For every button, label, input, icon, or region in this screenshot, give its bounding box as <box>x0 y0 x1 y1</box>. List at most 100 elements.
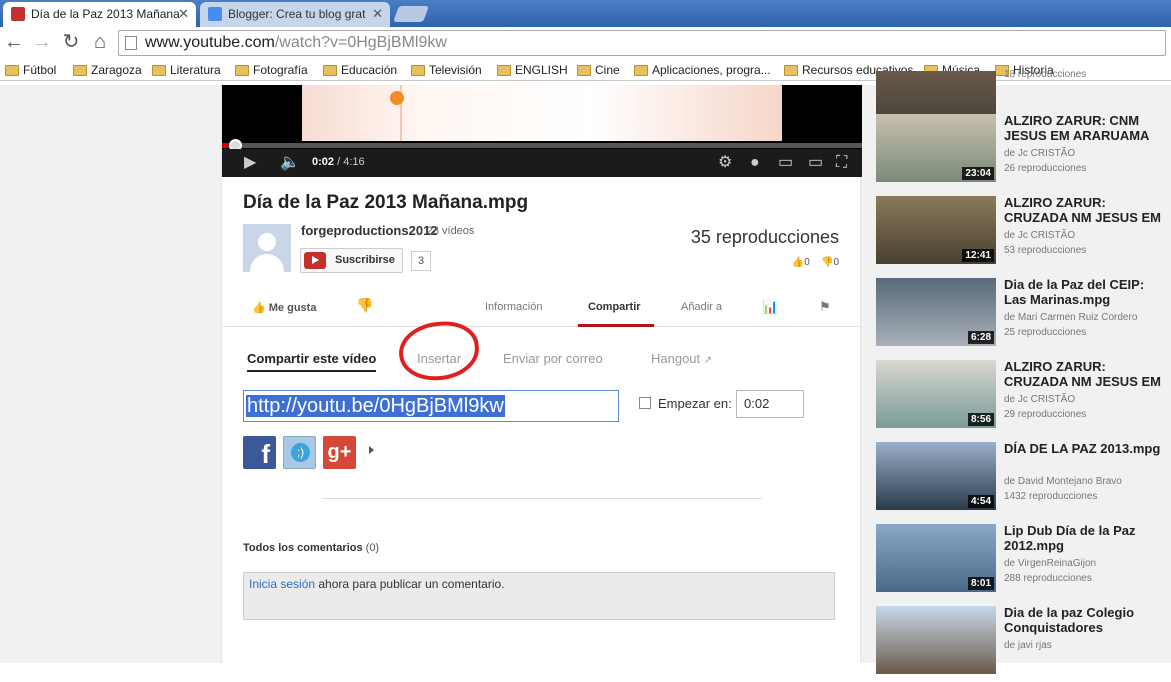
video-thumbnail[interactable]: 8:01 <box>876 524 996 592</box>
video-thumbnail[interactable]: 6:28 <box>876 278 996 346</box>
folder-icon <box>323 65 337 76</box>
large-player-icon[interactable]: ▭ <box>808 153 823 173</box>
volume-icon[interactable]: 🔈 <box>280 153 300 173</box>
comments-title: Todos los comentarios <box>243 542 363 554</box>
close-icon[interactable]: ✕ <box>178 2 189 26</box>
facebook-share-button[interactable]: f <box>243 436 276 469</box>
stats-icon[interactable]: 📊 <box>762 299 778 315</box>
folder-icon <box>73 65 87 76</box>
related-video-title[interactable]: Lip Dub Día de la Paz 2012.mpg <box>1004 523 1169 553</box>
avatar-body <box>250 254 284 272</box>
start-at-checkbox[interactable] <box>639 397 651 409</box>
forward-icon[interactable]: → <box>30 31 54 55</box>
view-count: 35 reproducciones <box>690 227 839 247</box>
like-dislike-counts: 👍0 👎0 <box>792 257 839 268</box>
related-video-item[interactable]: 12:41 ALZIRO ZARUR: CRUZADA NM JESUS EM de… <box>876 195 1171 272</box>
related-video-title[interactable]: Dia de la paz Colegio Conquistadores <box>1004 605 1169 635</box>
flag-icon[interactable]: ⚑ <box>819 299 831 315</box>
video-thumbnail[interactable]: 8:56 <box>876 360 996 428</box>
player-controls: ▶ 🔈 0:02 / 4:16 ⚙ ● ▭ ▭ ⛶ <box>222 149 862 177</box>
video-thumbnail[interactable]: 4:54 <box>876 442 996 510</box>
bookmark-folder[interactable]: Educación <box>323 62 397 78</box>
tab-add-to[interactable]: Añadir a <box>681 301 722 313</box>
tab-email[interactable]: Enviar por correo <box>503 351 603 366</box>
bookmark-folder[interactable]: ENGLISH <box>497 62 568 78</box>
bookmark-folder[interactable]: Fútbol <box>5 62 56 78</box>
watch-later-icon[interactable]: ● <box>750 153 760 173</box>
video-title: Día de la Paz 2013 Mañana.mpg <box>243 192 529 213</box>
back-icon[interactable]: ← <box>2 31 26 55</box>
subscriber-count: 3 <box>411 251 431 271</box>
video-dot <box>390 91 404 105</box>
bookmark-folder[interactable]: Zaragoza <box>73 62 142 78</box>
hangout-label: Hangout <box>651 351 701 366</box>
subscribe-button[interactable]: Suscribirse <box>300 248 403 273</box>
channel-name-link[interactable]: forgeproductions2012 <box>301 223 438 238</box>
page-icon <box>125 36 137 50</box>
related-video-title[interactable]: ALZIRO ZARUR: CRUZADA NM JESUS EM <box>1004 359 1169 389</box>
related-video-item[interactable]: 4:54 DÍA DE LA PAZ 2013.mpg de David Monte… <box>876 441 1171 518</box>
dislike-button[interactable]: 👎 <box>356 297 373 314</box>
bookmark-label: ENGLISH <box>515 63 568 77</box>
bookmark-folder[interactable]: Televisión <box>411 62 482 78</box>
related-video-title[interactable]: Dia de la Paz del CEIP: Las Marinas.mpg <box>1004 277 1169 307</box>
bookmark-folder[interactable]: Literatura <box>152 62 221 78</box>
tab-title: Día de la Paz 2013 Mañana <box>31 7 180 21</box>
share-url-input[interactable]: http://youtu.be/0HgBjBMl9kw <box>243 390 619 422</box>
youtube-logo-icon <box>304 252 326 269</box>
new-tab-button[interactable] <box>393 6 429 22</box>
related-video-item[interactable]: 8:56 ALZIRO ZARUR: CRUZADA NM JESUS EM de … <box>876 359 1171 436</box>
toolbar: ← → ↻ ⌂ www.youtube.com/watch?v=0HgBjBMl… <box>0 27 1171 59</box>
video-thumbnail[interactable]: 23:04 <box>876 114 996 182</box>
tab-share-video[interactable]: Compartir este vídeo <box>247 351 377 372</box>
video-thumbnail[interactable]: 12:41 <box>876 196 996 264</box>
play-icon[interactable]: ▶ <box>244 153 256 173</box>
progress-bar[interactable] <box>222 139 862 152</box>
signin-link[interactable]: Inicia sesión <box>249 577 315 591</box>
bookmark-label: Cine <box>595 63 620 77</box>
related-video-title[interactable]: ALZIRO ZARUR: CNM JESUS EM ARARUAMA <box>1004 113 1169 143</box>
related-video-uploader: de Jc CRISTÃO <box>1004 394 1076 405</box>
home-icon[interactable]: ⌂ <box>88 31 112 55</box>
comment-signin-box: Inicia sesión ahora para publicar un com… <box>243 572 835 620</box>
video-player[interactable]: ▶ 🔈 0:02 / 4:16 ⚙ ● ▭ ▭ ⛶ <box>222 85 862 177</box>
bookmark-folder[interactable]: Cine <box>577 62 620 78</box>
time-current: 0:02 <box>312 156 335 168</box>
folder-icon <box>577 65 591 76</box>
video-thumbnail[interactable] <box>876 606 996 674</box>
bookmark-label: Zaragoza <box>91 63 142 77</box>
small-player-icon[interactable]: ▭ <box>778 153 793 173</box>
related-videos-sidebar: 29:0618 reproducciones23:04ALZIRO ZARUR:… <box>876 69 1171 674</box>
tab-youtube[interactable]: Día de la Paz 2013 Mañana ✕ <box>3 2 196 27</box>
related-video-views: 18 reproducciones <box>1004 69 1087 80</box>
related-video-item[interactable]: 8:01 Lip Dub Día de la Paz 2012.mpg de Vir… <box>876 523 1171 600</box>
close-icon[interactable]: ✕ <box>372 2 383 26</box>
related-video-item[interactable]: 23:04 ALZIRO ZARUR: CNM JESUS EM ARARUAMA… <box>876 113 1171 190</box>
tuenti-share-button[interactable]: ;) <box>283 436 316 469</box>
like-button[interactable]: 👍 Me gusta <box>252 301 316 314</box>
tab-share[interactable]: Compartir <box>588 301 641 313</box>
duration-badge: 12:41 <box>962 249 994 262</box>
related-video-title[interactable]: DÍA DE LA PAZ 2013.mpg <box>1004 441 1169 456</box>
tab-strip: Día de la Paz 2013 Mañana ✕ Blogger: Cre… <box>0 0 1171 27</box>
related-video-item[interactable]: 6:28 Dia de la Paz del CEIP: Las Marinas.… <box>876 277 1171 354</box>
more-share-chevron-icon[interactable] <box>369 446 374 454</box>
fullscreen-icon[interactable]: ⛶ <box>836 153 847 173</box>
bookmark-folder[interactable]: Aplicaciones, progra... <box>634 62 771 78</box>
related-video-item[interactable]: Dia de la paz Colegio Conquistadores de j… <box>876 605 1171 682</box>
tab-blogger[interactable]: Blogger: Crea tu blog grat ✕ <box>200 2 390 27</box>
google-plus-share-button[interactable]: g+ <box>323 436 356 469</box>
divider <box>322 498 762 499</box>
bookmark-folder[interactable]: Fotografía <box>235 62 308 78</box>
tab-hangout[interactable]: Hangout ↗ <box>651 351 712 366</box>
reload-icon[interactable]: ↻ <box>59 31 83 55</box>
channel-video-count[interactable]: · 23 vídeos <box>420 225 474 237</box>
related-video-title[interactable]: ALZIRO ZARUR: CRUZADA NM JESUS EM <box>1004 195 1169 225</box>
channel-avatar[interactable] <box>243 224 291 272</box>
comments-count: (0) <box>365 542 380 554</box>
start-time-input[interactable]: 0:02 <box>736 390 804 418</box>
address-bar[interactable]: www.youtube.com/watch?v=0HgBjBMl9kw <box>118 30 1166 56</box>
duration-badge: 8:01 <box>967 577 994 590</box>
tab-information[interactable]: Información <box>485 301 542 313</box>
settings-gear-icon[interactable]: ⚙ <box>718 153 732 173</box>
